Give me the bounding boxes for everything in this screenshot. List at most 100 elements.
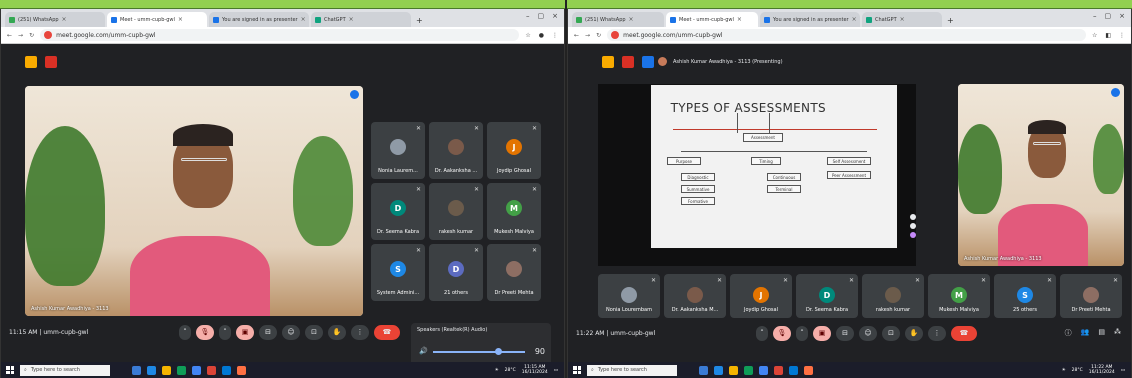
participant-tile[interactable]: ✕ rakesh kumar xyxy=(862,274,924,318)
minimize-icon[interactable]: – xyxy=(1093,12,1097,20)
record-icon[interactable] xyxy=(622,56,634,68)
participant-tile[interactable]: ✕ Dr. Aakanksha M... xyxy=(664,274,726,318)
tab-meet[interactable]: Meet - umm-cupb-gwl × xyxy=(107,12,207,27)
raise-hand-button[interactable]: ✋ xyxy=(905,325,923,341)
people-icon[interactable]: 👥 xyxy=(1081,328,1090,338)
minimize-icon[interactable]: – xyxy=(526,12,530,20)
folder-icon[interactable] xyxy=(177,365,186,375)
close-icon[interactable]: × xyxy=(852,16,857,23)
store-icon[interactable] xyxy=(192,365,201,375)
url-input[interactable]: meet.google.com/umm-cupb-gwl xyxy=(607,29,1086,41)
info-icon[interactable]: ⓘ xyxy=(1065,328,1072,338)
volume-slider[interactable] xyxy=(433,351,525,353)
bookmark-star-icon[interactable]: ☆ xyxy=(525,32,530,39)
meet-app-icon[interactable] xyxy=(25,56,37,68)
browser-icon[interactable] xyxy=(237,365,246,375)
zoom-in-icon[interactable] xyxy=(910,214,916,220)
emoji-button[interactable]: ☺ xyxy=(282,324,300,340)
captions-button[interactable]: ⊟ xyxy=(836,325,854,341)
audio-options-icon[interactable]: ˄ xyxy=(179,324,191,340)
record-icon[interactable] xyxy=(45,56,57,68)
windows-start-icon[interactable] xyxy=(573,366,581,374)
edge-icon[interactable] xyxy=(147,365,156,375)
close-icon[interactable]: × xyxy=(178,16,183,23)
present-button[interactable]: ⊡ xyxy=(882,325,900,341)
browser-icon[interactable] xyxy=(804,365,813,375)
app-icon[interactable] xyxy=(207,365,216,375)
app-icon[interactable] xyxy=(774,365,783,375)
volume-slider-handle[interactable] xyxy=(495,348,502,355)
mail-icon[interactable] xyxy=(789,365,798,375)
notification-icon[interactable]: ▭ xyxy=(1121,368,1125,373)
close-icon[interactable]: × xyxy=(301,16,306,23)
camera-off-button[interactable]: ▣ xyxy=(813,325,831,341)
close-window-icon[interactable]: × xyxy=(552,12,558,20)
mail-icon[interactable] xyxy=(222,365,231,375)
zoom-out-icon[interactable] xyxy=(910,223,916,229)
participant-tile[interactable]: J ✕ Joydip Ghosal xyxy=(730,274,792,318)
audio-options-icon[interactable]: ˄ xyxy=(756,325,768,341)
forward-icon[interactable]: → xyxy=(585,32,590,39)
tab-chatgpt[interactable]: ChatGPT × xyxy=(862,12,942,27)
participant-tile[interactable]: ✕ Nonia Laurem... xyxy=(371,122,425,179)
participant-tile[interactable]: M ✕ Mukesh Malviya xyxy=(928,274,990,318)
menu-icon[interactable]: ⋮ xyxy=(552,32,558,39)
reload-icon[interactable]: ↻ xyxy=(596,32,601,39)
new-tab-button[interactable]: + xyxy=(416,16,423,25)
close-icon[interactable]: × xyxy=(737,16,742,23)
more-options-button[interactable]: ⋮ xyxy=(351,324,369,340)
close-icon[interactable]: × xyxy=(629,16,634,23)
chrome-icon[interactable] xyxy=(162,365,171,375)
participant-tile[interactable]: ✕ Dr. Aakanksha ... xyxy=(429,122,483,179)
raise-hand-button[interactable]: ✋ xyxy=(328,324,346,340)
tab-whatsapp[interactable]: (251) WhatsApp × xyxy=(572,12,664,27)
emoji-button[interactable]: ☺ xyxy=(859,325,877,341)
tab-whatsapp[interactable]: (251) WhatsApp × xyxy=(5,12,105,27)
tab-doc[interactable]: You are signed in as presenter × xyxy=(760,12,860,27)
extension-icon[interactable]: ◧ xyxy=(1105,32,1111,39)
participant-tile[interactable]: D ✕ Dr. Seema Kabra xyxy=(796,274,858,318)
activities-icon[interactable]: ⁂ xyxy=(1114,328,1121,338)
site-info-icon[interactable] xyxy=(611,31,620,39)
present-button[interactable]: ⊡ xyxy=(305,324,323,340)
close-icon[interactable]: × xyxy=(349,16,354,23)
task-view-icon[interactable] xyxy=(132,365,141,375)
clock[interactable]: 11:15 AM 16/11/2024 xyxy=(522,365,548,375)
new-tab-button[interactable]: + xyxy=(947,16,954,25)
participant-tile[interactable]: M ✕ Mukesh Malviya xyxy=(487,183,541,240)
site-info-icon[interactable] xyxy=(44,31,53,39)
task-view-icon[interactable] xyxy=(699,365,708,375)
participant-tile[interactable]: ✕ Dr Preeti Mehta xyxy=(487,244,541,301)
reload-icon[interactable]: ↻ xyxy=(29,32,34,39)
close-icon[interactable]: × xyxy=(900,16,905,23)
store-icon[interactable] xyxy=(759,365,768,375)
captions-button[interactable]: ⊟ xyxy=(259,324,277,340)
presentation-icon[interactable] xyxy=(642,56,654,68)
chrome-icon[interactable] xyxy=(729,365,738,375)
participant-tile[interactable]: S ✕ System Admini... xyxy=(371,244,425,301)
participant-tile[interactable]: D ✕ 21 others xyxy=(429,244,483,301)
maximize-icon[interactable]: ▢ xyxy=(538,12,545,20)
windows-start-icon[interactable] xyxy=(6,366,14,374)
back-icon[interactable]: ← xyxy=(574,32,579,39)
back-icon[interactable]: ← xyxy=(7,32,12,39)
video-options-icon[interactable]: ˄ xyxy=(796,325,808,341)
participant-tile[interactable]: D ✕ Dr. Seema Kabra xyxy=(371,183,425,240)
chat-icon[interactable]: ▤ xyxy=(1098,328,1105,338)
close-icon[interactable]: × xyxy=(62,16,67,23)
taskbar-search-input[interactable]: ⌕ Type here to search xyxy=(587,364,677,376)
url-input[interactable]: meet.google.com/umm-cupb-gwl xyxy=(40,29,520,41)
mic-off-button[interactable]: 🎙 xyxy=(773,325,791,341)
profile-icon[interactable]: ● xyxy=(539,32,544,39)
participant-tile[interactable]: ✕ Nonia Lourembam xyxy=(598,274,660,318)
participant-tile[interactable]: S ✕ 25 others xyxy=(994,274,1056,318)
fit-icon[interactable] xyxy=(910,232,916,238)
participant-tile[interactable]: J ✕ Joydip Ghosal xyxy=(487,122,541,179)
notification-icon[interactable]: ▭ xyxy=(554,368,558,373)
more-options-button[interactable]: ⋮ xyxy=(928,325,946,341)
forward-icon[interactable]: → xyxy=(18,32,23,39)
folder-icon[interactable] xyxy=(744,365,753,375)
taskbar-search-input[interactable]: ⌕ Type here to search xyxy=(20,364,110,376)
tab-doc[interactable]: You are signed in as presenter × xyxy=(209,12,309,27)
maximize-icon[interactable]: ▢ xyxy=(1105,12,1112,20)
